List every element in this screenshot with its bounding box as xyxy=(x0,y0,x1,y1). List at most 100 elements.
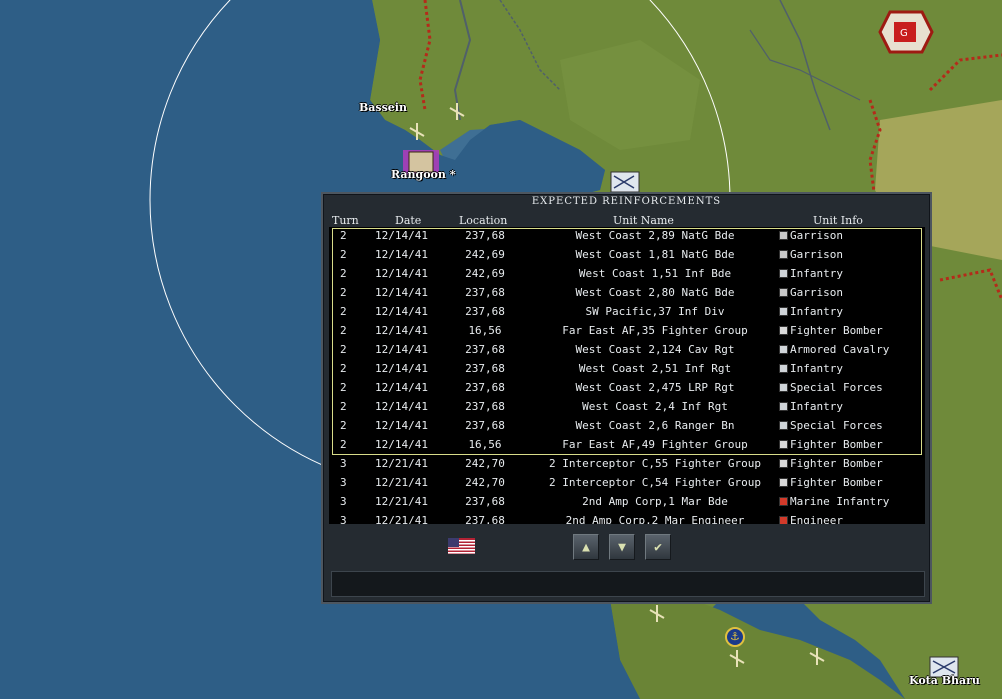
reinforcement-row[interactable]: 3 12/21/41 237,68 2nd Amp Corp,1 Mar Bde Mar… xyxy=(329,493,925,512)
row-unit-type: Infantry xyxy=(790,400,843,413)
row-unit-info: Infantry xyxy=(779,305,925,318)
row-unit-info: Fighter Bomber xyxy=(779,438,925,451)
reinforcements-list[interactable]: 2 12/14/41 237,68 West Coast 2,89 NatG Bde G… xyxy=(329,227,925,524)
row-unit-type: Engineer xyxy=(790,514,843,524)
row-location: 242,69 xyxy=(465,248,505,261)
garrison-icon xyxy=(779,231,788,240)
reinforcement-row[interactable]: 3 12/21/41 242,70 2 Interceptor C,55 Fighte… xyxy=(329,455,925,474)
reinforcement-row[interactable]: 2 12/14/41 237,68 West Coast 2,4 Inf Rgt Inf… xyxy=(329,398,925,417)
row-location: 237,68 xyxy=(465,286,505,299)
row-date: 12/14/41 xyxy=(375,305,428,318)
row-turn: 2 xyxy=(340,305,347,318)
reinforcement-row[interactable]: 2 12/14/41 16,56 Far East AF,35 Fighter Gro… xyxy=(329,322,925,341)
column-date[interactable]: Date xyxy=(395,214,421,227)
row-unit-info: Infantry xyxy=(779,267,925,280)
confirm-button[interactable]: ✔ xyxy=(645,534,671,560)
us-flag-icon[interactable] xyxy=(448,538,475,554)
reinforcement-row[interactable]: 2 12/14/41 237,68 SW Pacific,37 Inf Div Infa… xyxy=(329,303,925,322)
map-label-rangoon[interactable]: Rangoon * xyxy=(391,168,455,181)
column-unit-info[interactable]: Unit Info xyxy=(813,214,863,227)
reinforcement-row[interactable]: 2 12/14/41 242,69 West Coast 1,81 NatG Bde G… xyxy=(329,246,925,265)
row-location: 237,68 xyxy=(465,305,505,318)
reinforcement-row[interactable]: 2 12/14/41 237,68 West Coast 2,6 Ranger Bn S… xyxy=(329,417,925,436)
row-unit-type: Garrison xyxy=(790,229,843,242)
aircraft-icon xyxy=(779,478,788,487)
row-unit-type: Infantry xyxy=(790,305,843,318)
row-date: 12/21/41 xyxy=(375,457,428,470)
row-date: 12/14/41 xyxy=(375,248,428,261)
row-location: 242,69 xyxy=(465,267,505,280)
row-date: 12/14/41 xyxy=(375,419,428,432)
row-location: 237,68 xyxy=(465,362,505,375)
reinforcement-row[interactable]: 2 12/14/41 237,68 West Coast 2,89 NatG Bde G… xyxy=(329,227,925,246)
row-turn: 3 xyxy=(340,514,347,524)
special-forces-icon xyxy=(779,383,788,392)
infantry-icon xyxy=(779,402,788,411)
row-turn: 2 xyxy=(340,362,347,375)
scroll-up-button[interactable]: ▲ xyxy=(573,534,599,560)
hq-marker-text: G xyxy=(900,28,908,39)
row-location: 16,56 xyxy=(468,324,502,337)
row-unit-info: Infantry xyxy=(779,400,925,413)
row-turn: 2 xyxy=(340,419,347,432)
row-unit-type: Armored Cavalry xyxy=(790,343,890,356)
row-date: 12/14/41 xyxy=(375,400,428,413)
row-unit-info: Special Forces xyxy=(779,419,925,432)
reinforcement-row[interactable]: 3 12/21/41 237,68 2nd Amp Corp,2 Mar Engine… xyxy=(329,512,925,524)
row-location: 237,68 xyxy=(465,381,505,394)
column-unit-name[interactable]: Unit Name xyxy=(613,214,674,227)
row-unit-name: 2nd Amp Corp,1 Mar Bde xyxy=(582,495,728,508)
special-forces-icon xyxy=(779,421,788,430)
map-label-bassein[interactable]: Bassein xyxy=(359,101,407,114)
row-unit-info: Armored Cavalry xyxy=(779,343,925,356)
table-header: Turn Date Location Unit Name Unit Info xyxy=(327,214,927,228)
garrison-icon xyxy=(779,250,788,259)
row-unit-type: Infantry xyxy=(790,362,843,375)
reinforcement-row[interactable]: 2 12/14/41 242,69 West Coast 1,51 Inf Bde In… xyxy=(329,265,925,284)
row-unit-name: 2nd Amp Corp,2 Mar Engineer xyxy=(565,514,745,524)
row-location: 237,68 xyxy=(465,514,505,524)
row-date: 12/21/41 xyxy=(375,514,428,524)
row-unit-info: Special Forces xyxy=(779,381,925,394)
row-unit-name: 2 Interceptor C,55 Fighter Group xyxy=(549,457,761,470)
row-turn: 2 xyxy=(340,400,347,413)
row-date: 12/14/41 xyxy=(375,324,428,337)
row-turn: 3 xyxy=(340,457,347,470)
reinforcement-row[interactable]: 2 12/14/41 237,68 West Coast 2,124 Cav Rgt A… xyxy=(329,341,925,360)
row-location: 237,68 xyxy=(465,343,505,356)
row-unit-info: Engineer xyxy=(779,514,925,524)
row-unit-name: 2 Interceptor C,54 Fighter Group xyxy=(549,476,761,489)
row-turn: 2 xyxy=(340,343,347,356)
row-location: 237,68 xyxy=(465,419,505,432)
row-date: 12/21/41 xyxy=(375,476,428,489)
row-date: 12/14/41 xyxy=(375,286,428,299)
row-unit-info: Infantry xyxy=(779,362,925,375)
scroll-down-button[interactable]: ▼ xyxy=(609,534,635,560)
row-turn: 2 xyxy=(340,438,347,451)
status-bar xyxy=(331,571,925,597)
row-unit-name: West Coast 2,89 NatG Bde xyxy=(575,229,735,242)
reinforcement-row[interactable]: 2 12/14/41 237,68 West Coast 2,80 NatG Bde G… xyxy=(329,284,925,303)
row-unit-name: West Coast 1,81 NatG Bde xyxy=(575,248,735,261)
row-unit-name: West Coast 2,475 LRP Rgt xyxy=(575,381,735,394)
marine-icon xyxy=(779,497,788,506)
reinforcement-row[interactable]: 3 12/21/41 242,70 2 Interceptor C,54 Fighte… xyxy=(329,474,925,493)
infantry-icon xyxy=(779,269,788,278)
reinforcement-row[interactable]: 2 12/14/41 237,68 West Coast 2,51 Inf Rgt In… xyxy=(329,360,925,379)
row-turn: 2 xyxy=(340,381,347,394)
row-turn: 3 xyxy=(340,476,347,489)
row-unit-name: West Coast 2,6 Ranger Bn xyxy=(575,419,735,432)
reinforcement-row[interactable]: 2 12/14/41 16,56 Far East AF,49 Fighter Gro… xyxy=(329,436,925,455)
column-location[interactable]: Location xyxy=(459,214,507,227)
infantry-icon xyxy=(779,307,788,316)
map-label-kota-bharu[interactable]: Kota Bharu xyxy=(909,674,980,687)
row-location: 16,56 xyxy=(468,438,502,451)
row-unit-type: Infantry xyxy=(790,267,843,280)
reinforcement-row[interactable]: 2 12/14/41 237,68 West Coast 2,475 LRP Rgt S… xyxy=(329,379,925,398)
column-turn[interactable]: Turn xyxy=(332,214,359,227)
row-unit-type: Special Forces xyxy=(790,381,883,394)
infantry-icon xyxy=(779,364,788,373)
aircraft-icon xyxy=(779,459,788,468)
row-unit-info: Fighter Bomber xyxy=(779,457,925,470)
row-location: 237,68 xyxy=(465,495,505,508)
